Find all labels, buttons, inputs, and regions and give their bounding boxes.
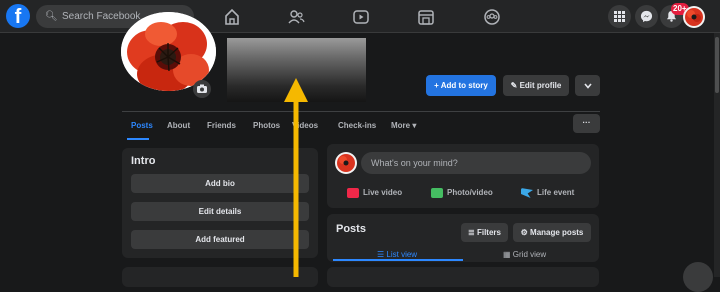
header-divider bbox=[122, 111, 600, 112]
pencil-icon: ✎︎ bbox=[510, 81, 520, 90]
top-navigation-bar: f 🔍︎ Search Facebook 20+ bbox=[0, 0, 720, 33]
new-message-button[interactable] bbox=[683, 262, 713, 292]
post-composer-card: What's on your mind? Live video Photo/vi… bbox=[327, 144, 599, 208]
facebook-logo[interactable]: f bbox=[6, 4, 30, 28]
filters-icon: ≣ bbox=[468, 228, 477, 237]
watch-icon[interactable] bbox=[351, 7, 371, 27]
tab-photos[interactable]: Photos bbox=[253, 121, 280, 130]
account-avatar[interactable] bbox=[683, 6, 705, 28]
active-view-indicator bbox=[333, 259, 463, 261]
life-event-button[interactable]: Life event bbox=[521, 188, 574, 198]
add-bio-button[interactable]: Add bio bbox=[131, 174, 309, 193]
tab-videos[interactable]: Videos bbox=[292, 121, 318, 130]
manage-posts-label: Manage posts bbox=[530, 228, 584, 237]
photo-video-button[interactable]: Photo/video bbox=[431, 188, 493, 198]
photo-video-label: Photo/video bbox=[447, 188, 493, 198]
flag-icon bbox=[521, 188, 533, 198]
tab-about[interactable]: About bbox=[167, 121, 190, 130]
filters-button[interactable]: ≣ Filters bbox=[461, 223, 508, 242]
camera-icon[interactable] bbox=[193, 80, 211, 98]
grid-view-label: Grid view bbox=[512, 250, 547, 259]
chevron-down-icon bbox=[583, 83, 592, 89]
composer-avatar bbox=[335, 152, 357, 174]
gear-icon: ⚙︎ bbox=[520, 228, 531, 237]
marketplace-icon[interactable] bbox=[416, 7, 436, 27]
life-event-label: Life event bbox=[537, 188, 575, 198]
friends-icon[interactable] bbox=[286, 7, 306, 27]
intro-card: Intro Add bio Edit details Add featured bbox=[122, 148, 318, 258]
list-icon: ☰ bbox=[377, 250, 387, 259]
photo-icon bbox=[431, 188, 443, 198]
grid-view-tab[interactable]: ▦ Grid view bbox=[503, 250, 546, 259]
edit-details-button[interactable]: Edit details bbox=[131, 202, 309, 221]
live-video-button[interactable]: Live video bbox=[347, 188, 402, 198]
grid-icon: ▦ bbox=[503, 250, 513, 259]
messenger-icon[interactable] bbox=[635, 5, 658, 28]
intro-title: Intro bbox=[131, 155, 156, 167]
post-card-partial bbox=[327, 267, 599, 287]
scrollbar-thumb[interactable] bbox=[715, 37, 719, 93]
tab-posts[interactable]: Posts bbox=[131, 121, 153, 130]
list-view-tab[interactable]: ☰ List view bbox=[377, 250, 417, 259]
live-video-label: Live video bbox=[363, 188, 403, 198]
active-tab-indicator bbox=[127, 138, 149, 140]
home-icon[interactable] bbox=[222, 7, 242, 27]
live-video-icon bbox=[347, 188, 359, 198]
add-featured-button[interactable]: Add featured bbox=[131, 230, 309, 249]
photos-card-partial bbox=[122, 267, 318, 287]
list-view-label: List view bbox=[386, 250, 418, 259]
groups-icon[interactable] bbox=[482, 7, 502, 27]
whats-on-your-mind-input[interactable]: What's on your mind? bbox=[361, 152, 591, 174]
search-icon: 🔍︎ bbox=[45, 11, 58, 22]
redacted-name-block bbox=[227, 38, 366, 102]
profile-options-chevron-button[interactable] bbox=[575, 75, 600, 96]
posts-title: Posts bbox=[336, 223, 366, 235]
edit-profile-button[interactable]: ✎︎ Edit profile bbox=[503, 75, 569, 96]
filters-label: Filters bbox=[476, 228, 501, 237]
edit-profile-label: Edit profile bbox=[519, 81, 562, 90]
menu-grid-icon[interactable] bbox=[608, 5, 631, 28]
tab-more[interactable]: More ▾ bbox=[391, 121, 416, 130]
profile-more-options-button[interactable]: ··· bbox=[573, 114, 600, 133]
search-placeholder: Search Facebook bbox=[62, 11, 141, 22]
tab-friends[interactable]: Friends bbox=[207, 121, 236, 130]
add-to-story-button[interactable]: + Add to story bbox=[426, 75, 496, 96]
tab-check-ins[interactable]: Check-ins bbox=[338, 121, 376, 130]
manage-posts-button[interactable]: ⚙︎ Manage posts bbox=[513, 223, 591, 242]
posts-card: Posts ≣ Filters ⚙︎ Manage posts ☰ List v… bbox=[327, 214, 599, 262]
